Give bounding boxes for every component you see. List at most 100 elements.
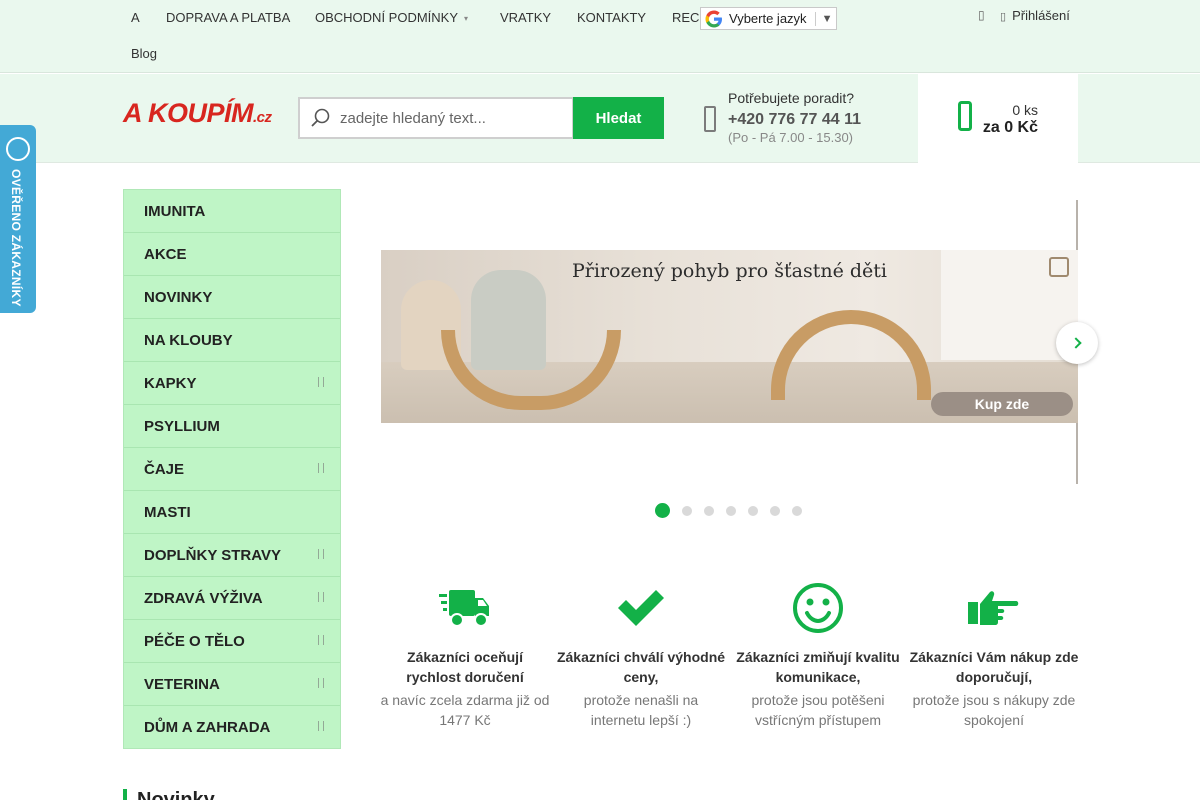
menu-item-label: NOVINKY [144,288,213,306]
slider-dot[interactable] [682,506,692,516]
phone-icon [704,106,716,132]
slider-dot[interactable] [792,506,802,516]
topnav-link-kontakty[interactable]: KONTAKTY [577,10,646,25]
slider-dot[interactable] [748,506,758,516]
feature-title: Zákazníci zmiňují kvalitu komunikace, [736,649,900,685]
pointing-hand-icon [909,580,1079,635]
brand-logo-icon [1049,257,1069,277]
slider-dot[interactable] [704,506,714,516]
category-menu: IMUNITA AKCE NOVINKY NA KLOUBY KAPKY PSY… [123,189,341,749]
cart-icon [958,101,972,131]
menu-item-doplnky-stravy[interactable]: DOPLŇKY STRAVY [124,534,340,577]
help-title: Potřebujete poradit? [728,90,855,106]
chevron-down-icon: ▾ [464,14,469,24]
menu-item-label: VETERINA [144,675,220,693]
menu-item-akce[interactable]: AKCE [124,233,340,276]
menu-item-zdrava-vyziva[interactable]: ZDRAVÁ VÝŽIVA [124,577,340,620]
topnav-link-doprava[interactable]: DOPRAVA A PLATBA [166,10,290,25]
menu-item-caje[interactable]: ČAJE [124,448,340,491]
slider-dot[interactable] [770,506,780,516]
cart-price: za 0 Kč [982,119,1038,136]
login-label: Přihlášení [1012,8,1070,23]
cart-count: 0 ks [1012,102,1038,118]
section-accent-bar [123,789,127,800]
search-icon [300,99,340,137]
slider-next-button[interactable] [1056,322,1098,364]
menu-item-label: AKCE [144,245,187,263]
divider [814,11,816,26]
banner-title: Přirozený pohyb pro šťastné děti [572,260,887,282]
feature-subtitle: protože jsou potěšeni vstřícným přístupe… [751,692,885,728]
help-hours: (Po - Pá 7.00 - 15.30) [728,130,854,145]
feature-recommend: Zákazníci Vám nákup zde doporučují, prot… [909,580,1079,730]
cart-button[interactable]: 0 ks za 0 Kč [918,73,1078,163]
feature-subtitle: protože nenašli na internetu lepší :) [583,692,699,728]
topnav-link-vratky[interactable]: VRATKY [500,10,551,25]
menu-item-label: DŮM A ZAHRADA [144,719,271,736]
banner-cta-label: Kup zde [974,396,1030,412]
search-input[interactable] [340,109,560,127]
menu-item-label: ČAJE [144,460,185,478]
chevron-right-icon [318,463,324,473]
menu-item-label: NA KLOUBY [144,331,233,349]
logo-text: A KOUPÍM [123,98,254,128]
chevron-right-icon [318,592,324,602]
feature-title: Zákazníci Vám nákup zde doporučují, [909,649,1079,685]
menu-item-pece-o-telo[interactable]: PÉČE O TĚLO [124,620,340,663]
language-select[interactable]: Vyberte jazyk ▼ [700,7,837,30]
topnav-link-a[interactable]: A [131,10,140,25]
site-logo[interactable]: A KOUPÍM.cz [123,98,272,129]
menu-item-label: PSYLLIUM [144,417,220,435]
chevron-right-icon [318,635,324,645]
topnav-link-label: OBCHODNÍ PODMÍNKY [315,10,459,25]
logo-tld: .cz [253,109,272,126]
lock-icon: ▯ [1000,11,1007,23]
language-label: Vyberte jazyk [729,11,807,26]
banner-rocker [771,310,931,400]
slider-dot[interactable] [726,506,736,516]
menu-item-veterina[interactable]: VETERINA [124,663,340,706]
menu-item-dum-a-zahrada[interactable]: DŮM A ZAHRADA [124,706,340,749]
chevron-right-icon [318,377,324,387]
menu-item-novinky[interactable]: NOVINKY [124,276,340,319]
search-button[interactable]: Hledat [573,97,664,139]
help-phone[interactable]: +420 776 77 44 11 [728,111,861,129]
user-icon[interactable]: ▯ [978,8,985,22]
feature-subtitle: a navíc zcela zdarma již od 1477 Kč [380,692,550,728]
section-title: Novinky [137,789,215,800]
menu-item-label: MASTI [144,503,191,521]
badge-text: OVĚŘENO ZÁKAZNÍKY [9,169,23,307]
menu-item-kapky[interactable]: KAPKY [124,362,340,405]
promo-banner[interactable]: Přirozený pohyb pro šťastné děti Kup zde [381,250,1078,423]
menu-item-imunita[interactable]: IMUNITA [124,190,340,233]
feature-delivery: Zákazníci oceňují rychlost doručení a na… [380,580,550,730]
feature-title: Zákazníci chválí výhodné ceny, [556,649,726,685]
menu-item-masti[interactable]: MASTI [124,491,340,534]
chevron-right-icon [318,549,324,559]
google-icon [705,10,722,27]
slider-dot[interactable] [655,503,670,518]
menu-item-label: PÉČE O TĚLO [144,632,245,650]
login-link[interactable]: ▯ Přihlášení [1000,8,1070,23]
feature-subtitle: protože jsou s nákupy zde spokojení [912,692,1076,728]
search-box [298,97,574,139]
topnav-link-rec[interactable]: REC [672,10,699,25]
chevron-right-icon [318,678,324,688]
feature-communication: Zákazníci zmiňují kvalitu komunikace, pr… [733,580,903,730]
menu-item-label: IMUNITA [144,202,206,220]
smiley-icon [733,580,903,635]
feature-prices: Zákazníci chválí výhodné ceny, protože n… [556,580,726,730]
menu-item-label: ZDRAVÁ VÝŽIVA [144,589,263,607]
topnav-link-podminky[interactable]: OBCHODNÍ PODMÍNKY ▾ [315,10,468,25]
menu-item-na-klouby[interactable]: NA KLOUBY [124,319,340,362]
chevron-down-icon: ▼ [821,12,833,25]
feature-title: Zákazníci oceňují rychlost doručení [406,649,524,685]
truck-icon [380,580,550,635]
verified-badge[interactable]: OVĚŘENO ZÁKAZNÍKY [0,125,36,313]
checkmark-icon [556,580,726,635]
chevron-right-icon [318,721,324,731]
banner-cta-button[interactable]: Kup zde [931,392,1073,416]
menu-item-psyllium[interactable]: PSYLLIUM [124,405,340,448]
topnav-link-blog[interactable]: Blog [131,46,157,61]
chevron-right-icon [1069,337,1082,349]
